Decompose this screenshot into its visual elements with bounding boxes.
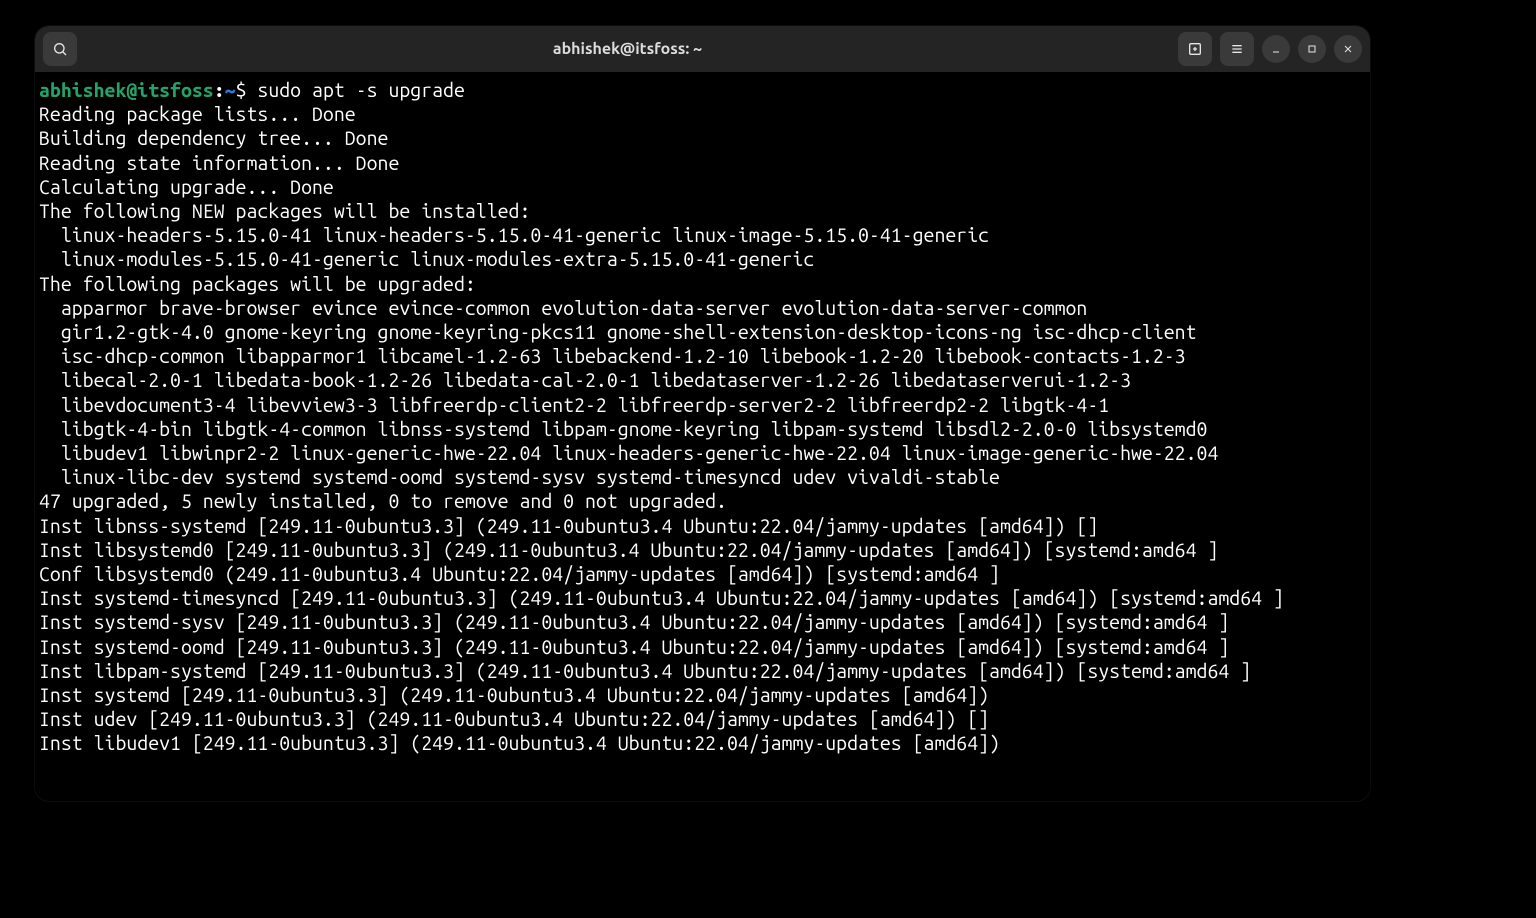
output-line: libevdocument3-4 libevview3-3 libfreerdp… [39, 394, 1109, 416]
search-button[interactable] [43, 32, 77, 66]
output-line: gir1.2-gtk-4.0 gnome-keyring gnome-keyri… [39, 321, 1197, 343]
titlebar: abhishek@itsfoss: ~ [35, 26, 1370, 72]
output-line: Conf libsystemd0 (249.11-0ubuntu3.4 Ubun… [39, 563, 1000, 585]
prompt-dollar: $ [236, 79, 247, 101]
output-line: Inst libsystemd0 [249.11-0ubuntu3.3] (24… [39, 539, 1218, 561]
output-line: Inst udev [249.11-0ubuntu3.3] (249.11-0u… [39, 708, 989, 730]
output-line: Inst systemd-sysv [249.11-0ubuntu3.3] (2… [39, 611, 1229, 633]
new-tab-icon [1187, 41, 1203, 57]
window-title: abhishek@itsfoss: ~ [553, 40, 702, 58]
terminal-window: abhishek@itsfoss: ~ abhishek@itsfoss:~$ … [35, 26, 1370, 801]
output-line: libgtk-4-bin libgtk-4-common libnss-syst… [39, 418, 1207, 440]
search-icon [52, 41, 68, 57]
close-button[interactable] [1334, 35, 1362, 63]
output-line: Inst systemd [249.11-0ubuntu3.3] (249.11… [39, 684, 989, 706]
prompt-colon: : [214, 79, 225, 101]
output-line: Reading package lists... Done [39, 103, 356, 125]
output-line: 47 upgraded, 5 newly installed, 0 to rem… [39, 490, 727, 512]
prompt-path: ~ [225, 79, 236, 101]
output-line: linux-headers-5.15.0-41 linux-headers-5.… [39, 224, 989, 246]
output-line: apparmor brave-browser evince evince-com… [39, 297, 1087, 319]
output-line: Inst systemd-oomd [249.11-0ubuntu3.3] (2… [39, 636, 1229, 658]
output-line: linux-modules-5.15.0-41-generic linux-mo… [39, 248, 814, 270]
hamburger-menu-button[interactable] [1220, 32, 1254, 66]
prompt-user-host: abhishek@itsfoss [39, 79, 214, 101]
output-line: Inst libpam-systemd [249.11-0ubuntu3.3] … [39, 660, 1251, 682]
output-line: libecal-2.0-1 libedata-book-1.2-26 libed… [39, 369, 1131, 391]
output-line: Building dependency tree... Done [39, 127, 388, 149]
output-line: isc-dhcp-common libapparmor1 libcamel-1.… [39, 345, 1186, 367]
new-tab-button[interactable] [1178, 32, 1212, 66]
output-line: The following packages will be upgraded: [39, 273, 476, 295]
prompt-command: sudo apt -s upgrade [257, 79, 464, 101]
maximize-icon [1306, 43, 1318, 55]
output-line: Calculating upgrade... Done [39, 176, 334, 198]
minimize-icon [1270, 43, 1282, 55]
maximize-button[interactable] [1298, 35, 1326, 63]
output-line: Inst systemd-timesyncd [249.11-0ubuntu3.… [39, 587, 1284, 609]
terminal-output[interactable]: abhishek@itsfoss:~$ sudo apt -s upgrade … [35, 72, 1370, 756]
output-line: linux-libc-dev systemd systemd-oomd syst… [39, 466, 1000, 488]
hamburger-icon [1229, 41, 1245, 57]
output-line: libudev1 libwinpr2-2 linux-generic-hwe-2… [39, 442, 1218, 464]
output-line: Inst libnss-systemd [249.11-0ubuntu3.3] … [39, 515, 1098, 537]
output-line: Reading state information... Done [39, 152, 399, 174]
output-line: Inst libudev1 [249.11-0ubuntu3.3] (249.1… [39, 732, 1000, 754]
close-icon [1342, 43, 1354, 55]
minimize-button[interactable] [1262, 35, 1290, 63]
output-line: The following NEW packages will be insta… [39, 200, 530, 222]
